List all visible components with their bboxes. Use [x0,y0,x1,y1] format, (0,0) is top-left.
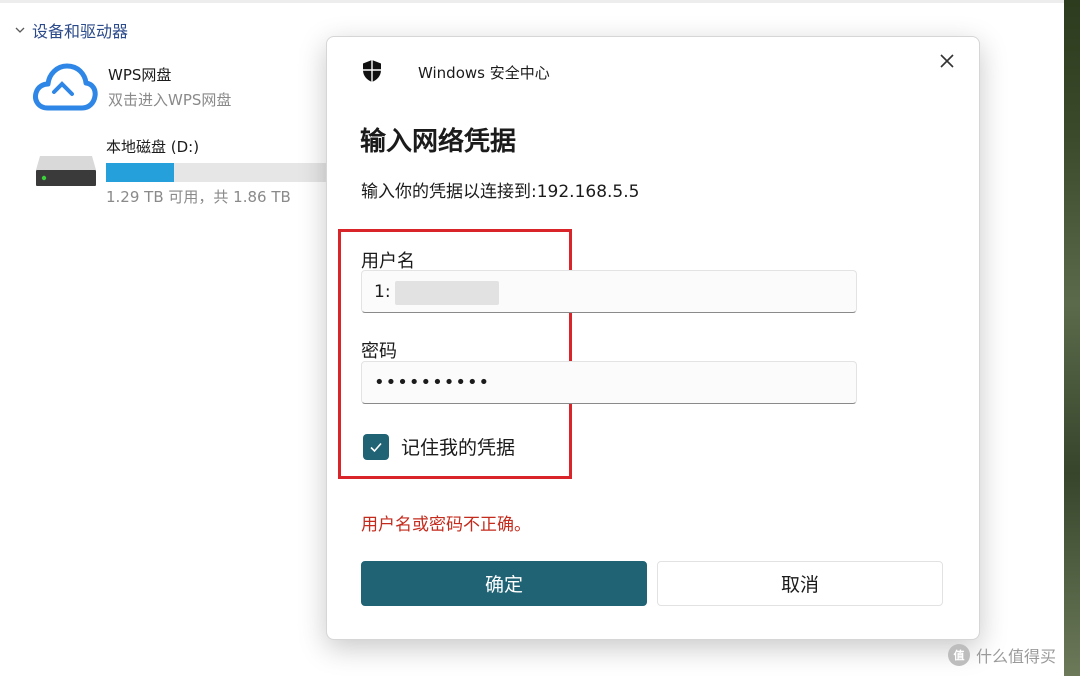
desktop-background-strip [1064,0,1080,676]
disk-usage-bar [106,163,326,182]
watermark-text: 什么值得买 [976,647,1057,666]
redacted-username-blur [395,281,499,305]
drive-item-wps[interactable]: WPS网盘 双击进入WPS网盘 [32,62,231,114]
drive-subtitle: 双击进入WPS网盘 [108,91,232,109]
dialog-app-title: Windows 安全中心 [418,64,550,82]
dialog-heading: 输入网络凭据 [360,127,517,157]
drive-name: WPS网盘 [108,66,172,84]
watermark: 值 什么值得买 [948,643,1056,667]
chevron-down-icon [15,27,25,33]
section-header-devices[interactable]: 设备和驱动器 [14,18,128,42]
cancel-button[interactable]: 取消 [657,561,943,606]
watermark-logo: 值 [948,644,970,666]
error-message: 用户名或密码不正确。 [361,515,531,535]
section-header-label: 设备和驱动器 [32,22,129,41]
close-icon [940,54,954,68]
remember-credentials-checkbox[interactable]: 记住我的凭据 [363,433,515,460]
close-button[interactable] [935,49,959,73]
ok-button[interactable]: 确定 [361,561,647,606]
dialog-subtitle: 输入你的凭据以连接到:192.168.5.5 [361,182,640,202]
password-input[interactable] [361,361,857,404]
cloud-icon [33,63,98,111]
password-label: 密码 [361,341,397,362]
remember-credentials-label: 记住我的凭据 [401,437,516,459]
checkbox-box[interactable] [363,433,389,460]
top-divider [0,0,1064,3]
disk-usage-fill [106,163,175,182]
hard-disk-icon [36,156,96,186]
shield-icon [363,60,381,82]
check-icon [370,442,382,452]
drive-item-local-disk-d[interactable]: 本地磁盘 (D:) 1.29 TB 可用，共 1.86 TB [34,136,326,207]
credential-dialog: Windows 安全中心 输入网络凭据 输入你的凭据以连接到:192.168.5… [326,36,980,640]
disk-usage-text: 1.29 TB 可用，共 1.86 TB [106,188,291,206]
drive-name: 本地磁盘 (D:) [106,138,200,156]
